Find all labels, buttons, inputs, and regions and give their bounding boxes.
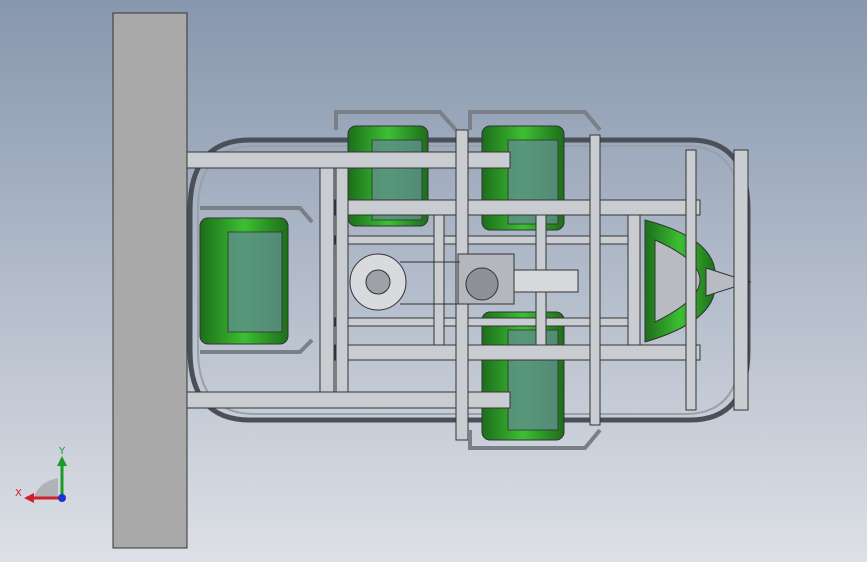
seat-bottom-right	[481, 311, 565, 441]
rail-top-inner	[334, 199, 701, 216]
triad-y-label: Y	[58, 446, 66, 457]
triad-x-label: X	[15, 488, 22, 499]
cross-member-7	[685, 149, 697, 411]
seat-left	[199, 217, 289, 345]
gear-hub	[365, 269, 391, 295]
cross-member-3	[433, 214, 445, 346]
cross-member-5	[627, 214, 641, 346]
front-plate	[733, 149, 749, 411]
motor-shaft	[513, 269, 579, 293]
back-plate	[112, 12, 188, 549]
cross-member-6	[589, 134, 601, 426]
cross-member-1	[319, 167, 335, 393]
rail-bottom-inner	[334, 344, 701, 361]
cross-member-2	[335, 167, 349, 393]
motor-disc	[465, 267, 499, 301]
z-axis-dot-icon	[58, 494, 66, 502]
cad-viewport[interactable]: Y X	[0, 0, 867, 562]
